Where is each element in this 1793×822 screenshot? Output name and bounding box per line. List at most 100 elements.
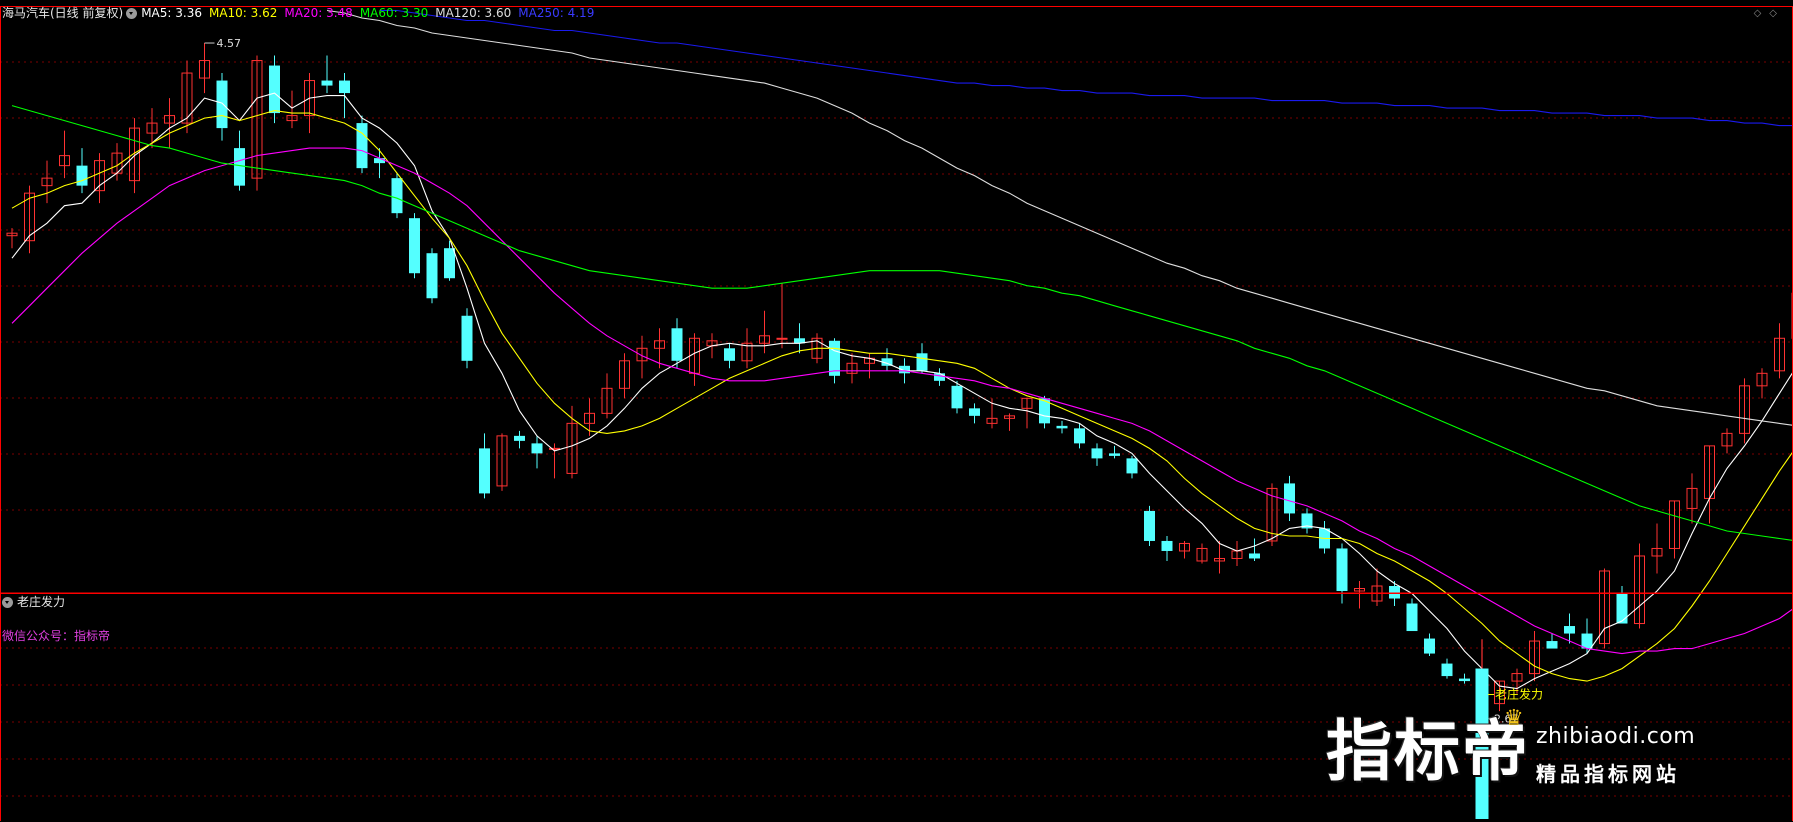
candle: [1705, 446, 1715, 524]
candle: [1022, 398, 1032, 428]
candle: [479, 433, 490, 498]
ma-line-ma5: [12, 93, 1793, 689]
candle-body: [1109, 453, 1120, 456]
candle-body: [1459, 679, 1470, 682]
candle: [620, 353, 630, 398]
candle: [392, 173, 403, 218]
candle: [322, 56, 333, 94]
candle: [1144, 506, 1155, 546]
candle: [200, 43, 210, 93]
candle-body: [1127, 458, 1138, 473]
chart-legend: 海马汽车(日线 前复权) MA5: 3.36 MA10: 3.62 MA20: 3.4…: [2, 6, 601, 20]
candle: [1319, 521, 1330, 554]
candle: [165, 98, 175, 148]
candle: [1180, 541, 1190, 559]
stock-title: 海马汽车(日线 前复权): [2, 6, 123, 20]
logo-domain: zhibiaodi.com: [1536, 724, 1695, 749]
candle: [865, 353, 875, 378]
panel-controls[interactable]: ◇◇: [1754, 8, 1785, 19]
candle: [7, 228, 17, 248]
candle-body: [462, 316, 473, 361]
candle: [1670, 501, 1680, 559]
candle-body: [1057, 426, 1068, 429]
candle: [409, 213, 420, 278]
wechat-note: 微信公众号：指标帝: [2, 627, 110, 644]
candle-body: [1582, 634, 1593, 649]
candle-body: [1564, 626, 1575, 634]
candle-body: [724, 348, 735, 361]
candle: [1757, 368, 1767, 398]
candle: [1197, 543, 1207, 563]
candle: [1722, 428, 1732, 453]
ma-line-ma120: [327, 11, 1793, 436]
candle: [1424, 634, 1435, 657]
candle: [1687, 473, 1697, 523]
watermark-logo: 指标帝 ♛ zhibiaodi.com 精品指标网站: [1326, 712, 1793, 822]
candle: [777, 283, 787, 348]
ma-line-ma60: [12, 106, 1793, 546]
candle: [1635, 543, 1645, 628]
signal-label: 老庄发力: [1495, 687, 1543, 702]
candle: [1057, 421, 1068, 434]
candle-body: [952, 386, 963, 409]
dropdown-icon[interactable]: [126, 8, 137, 19]
candle-body: [339, 81, 350, 94]
candle: [497, 433, 507, 491]
candle: [602, 373, 612, 418]
candle: [1074, 423, 1085, 448]
candle: [532, 436, 543, 469]
dropdown-icon[interactable]: [2, 597, 13, 608]
candle-body: [409, 218, 420, 273]
ma-legend-item: MA20: 3.48: [284, 6, 352, 20]
ma-line-ma250: [380, 11, 1793, 141]
ma-legend-item: MA10: 3.62: [209, 6, 277, 20]
candle: [882, 348, 893, 371]
candle: [427, 248, 438, 303]
candle: [1127, 456, 1138, 479]
candle: [1775, 323, 1785, 378]
crown-icon: ♛: [1504, 706, 1524, 731]
candle: [1547, 634, 1558, 649]
candle-body: [1424, 639, 1435, 654]
candle: [1249, 538, 1260, 561]
candle: [252, 56, 262, 191]
candle: [60, 131, 70, 179]
candle: [462, 308, 473, 368]
candle-body: [1284, 483, 1295, 513]
candle-body: [269, 66, 280, 114]
candle-body: [1249, 553, 1260, 558]
candle: [1407, 599, 1418, 632]
candle-body: [1389, 586, 1400, 599]
candle: [690, 333, 700, 386]
candle-body: [1617, 594, 1628, 624]
candle-body: [479, 448, 490, 493]
candle-body: [672, 328, 683, 361]
candle: [147, 108, 157, 148]
ma-legend-item: MA5: 3.36: [141, 6, 202, 20]
logo-title: 指标帝: [1326, 712, 1530, 792]
candle-body: [1337, 548, 1348, 591]
candle-body: [77, 166, 88, 186]
candle-body: [374, 158, 385, 163]
candle: [1740, 378, 1750, 443]
price-gridlines: [0, 62, 1793, 796]
candle: [357, 116, 368, 174]
candle: [1459, 674, 1470, 684]
candle: [1442, 659, 1453, 679]
candle: [724, 343, 735, 368]
candle: [1600, 568, 1610, 648]
candle: [1232, 541, 1242, 566]
candle: [25, 186, 35, 254]
candle: [1652, 523, 1662, 573]
candle: [847, 353, 857, 383]
candle: [1355, 581, 1365, 609]
stock-chart: 4.572.67 老庄发力: [0, 0, 1793, 821]
candle: [182, 61, 192, 134]
candle: [269, 56, 280, 124]
sub-panel-header: 老庄发力: [2, 595, 65, 609]
candle: [742, 328, 752, 368]
candle-body: [1547, 641, 1558, 649]
candle: [567, 406, 577, 479]
candle-body: [322, 81, 333, 86]
candle-body: [1162, 541, 1173, 551]
